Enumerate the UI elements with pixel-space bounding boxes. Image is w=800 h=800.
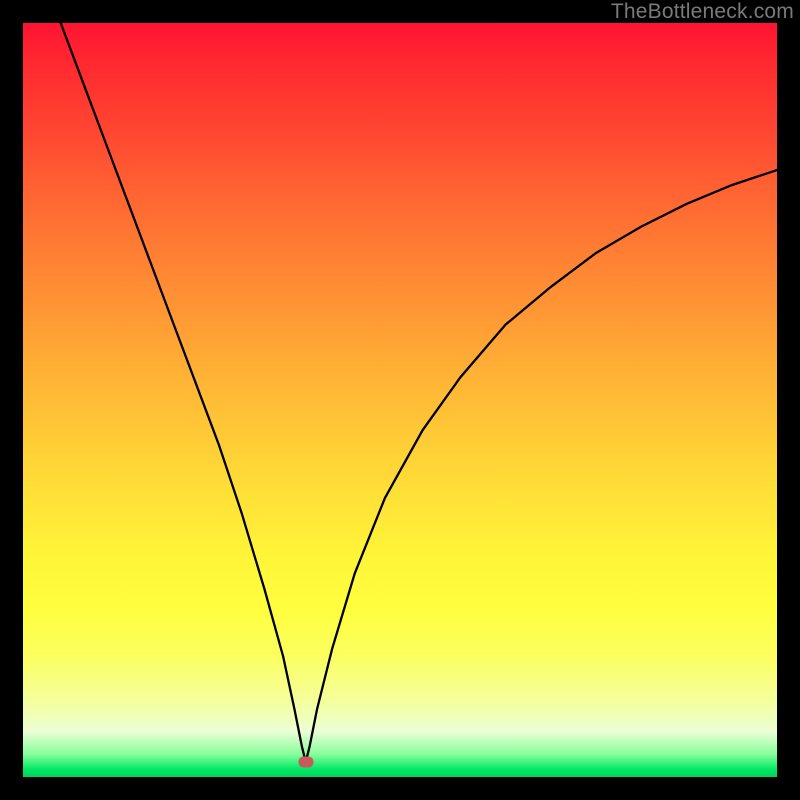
plot-area [23, 23, 777, 777]
chart-frame: TheBottleneck.com [0, 0, 800, 800]
optimum-marker [298, 756, 313, 767]
curve-svg [23, 23, 777, 777]
bottleneck-curve [61, 23, 777, 762]
watermark-text: TheBottleneck.com [611, 0, 794, 24]
